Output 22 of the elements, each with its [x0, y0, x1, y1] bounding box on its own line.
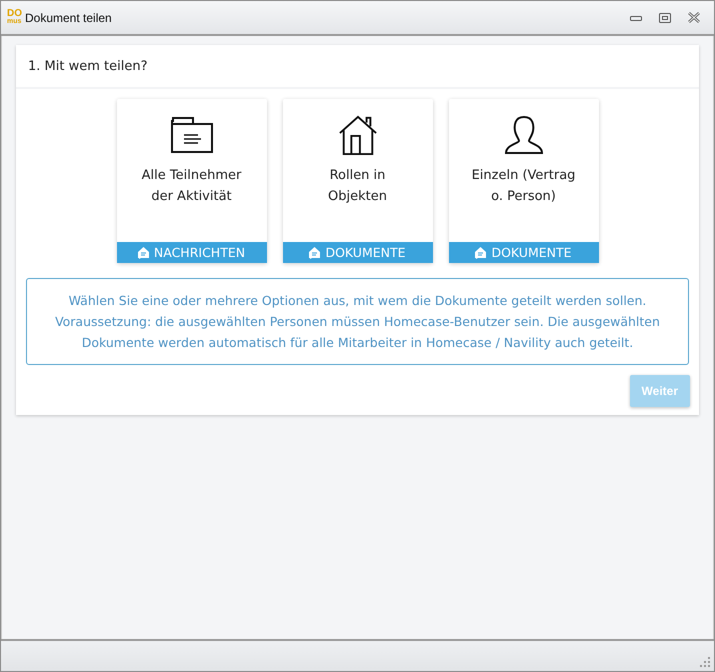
- info-message: Wählen Sie eine oder mehrere Optionen aus, mit wem die Dokumente geteilt werden sollen. Voraussetzung: die ausgewählten Personen müssen Homecase-Benutzer sein. Die ausgewählten Dokumente werden automatisch für alle Mitarbeiter in Homecase / Navility auch geteilt.: [26, 278, 689, 365]
- option-card[interactable]: Einzeln (Vertrag o. Person) DOKUMENTE: [448, 99, 598, 263]
- home-chat-icon: [138, 246, 149, 258]
- home-chat-icon: [309, 246, 320, 258]
- folder-icon: [170, 115, 212, 155]
- restore-icon[interactable]: [659, 12, 671, 22]
- category-badge: DOKUMENTE: [282, 242, 432, 263]
- home-chat-icon: [475, 246, 486, 258]
- resize-grip-icon: [700, 657, 710, 667]
- option-card[interactable]: Alle Teilnehmer der Aktivität NACHRICHTEN: [116, 99, 266, 263]
- house-icon: [336, 115, 378, 155]
- option-card[interactable]: Rollen in Objekten DOKUMENTE: [282, 99, 432, 263]
- category-badge: NACHRICHTEN: [116, 242, 266, 263]
- close-icon[interactable]: [688, 12, 700, 23]
- minimize-icon[interactable]: [630, 14, 642, 22]
- category-badge: DOKUMENTE: [448, 242, 598, 263]
- option-label: Einzeln (Vertrag o. Person): [470, 167, 576, 206]
- window-title: Dokument teilen: [25, 10, 112, 24]
- person-icon: [504, 115, 544, 155]
- step-title: 1. Mit wem teilen?: [28, 58, 148, 74]
- option-label: Rollen in Objekten: [327, 167, 388, 206]
- option-label: Alle Teilnehmer der Aktivität: [140, 167, 242, 206]
